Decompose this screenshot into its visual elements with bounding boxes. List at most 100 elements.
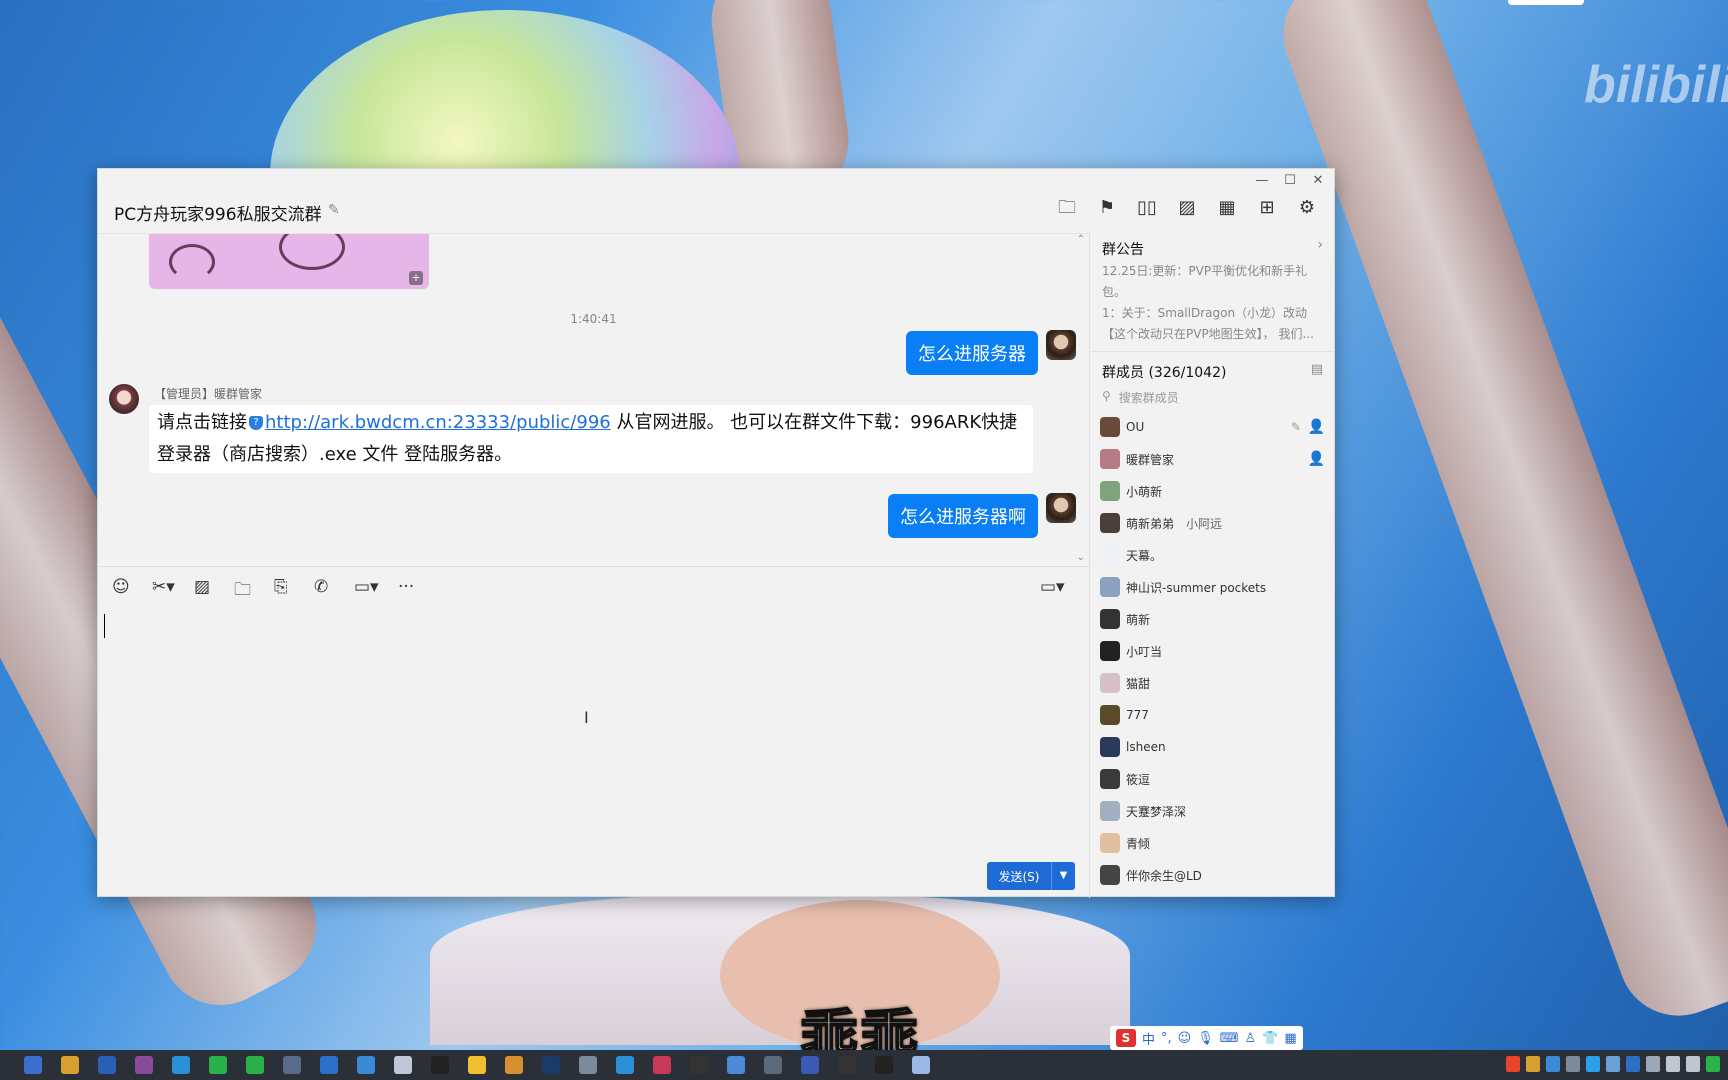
taskbar-app-icon[interactable]: [690, 1056, 708, 1074]
taskbar-app-icon[interactable]: [542, 1056, 560, 1074]
taskbar-app-icon[interactable]: [616, 1056, 634, 1074]
send-options-chevron-icon[interactable]: ▼: [1051, 862, 1075, 890]
maximize-button[interactable]: ☐: [1276, 173, 1304, 188]
edit-icon[interactable]: ✎: [1291, 420, 1301, 434]
taskbar-app-icon[interactable]: [283, 1056, 301, 1074]
network-icon[interactable]: [1686, 1056, 1700, 1072]
member-search[interactable]: ⚲ 搜索群成员: [1102, 389, 1179, 406]
member-row[interactable]: 神山识-summer pockets: [1090, 571, 1335, 603]
member-name[interactable]: 天幕。: [1126, 547, 1162, 564]
tray-icon[interactable]: [1606, 1056, 1620, 1072]
ime-toolbar[interactable]: S 中 °, ☺ 🎙 ⌨ ♙ 👕 ▦: [1110, 1026, 1303, 1050]
taskbar-app-icon[interactable]: [431, 1056, 449, 1074]
tray-icon[interactable]: [1646, 1056, 1660, 1072]
image-icon[interactable]: ▨: [1176, 197, 1198, 219]
taskbar-app-icon[interactable]: [98, 1056, 116, 1074]
member-name[interactable]: 猫甜: [1126, 675, 1150, 692]
taskbar-app-icon[interactable]: [394, 1056, 412, 1074]
tray-icon[interactable]: [1546, 1056, 1560, 1072]
scroll-up-icon[interactable]: ⌃: [1077, 234, 1085, 245]
taskbar-app-icon[interactable]: [875, 1056, 893, 1074]
taskbar-app-icon[interactable]: [209, 1056, 227, 1074]
punctuation-icon[interactable]: °,: [1161, 1031, 1172, 1046]
taskbar-app-icon[interactable]: [24, 1056, 42, 1074]
message-input[interactable]: I 发送(S) ▼: [98, 606, 1089, 898]
phone-icon[interactable]: ✆: [314, 577, 328, 597]
volume-icon[interactable]: [1666, 1056, 1680, 1072]
taskbar-app-icon[interactable]: [135, 1056, 153, 1074]
wechat-tray-icon[interactable]: [1706, 1056, 1720, 1072]
member-name[interactable]: 天蹇梦泽深: [1126, 803, 1186, 820]
member-name[interactable]: 青倾: [1126, 835, 1150, 852]
member-avatar[interactable]: [1100, 769, 1120, 789]
send-button[interactable]: 发送(S) ▼: [987, 862, 1075, 890]
member-row[interactable]: 青倾: [1090, 827, 1335, 859]
folder-icon[interactable]: 🗀: [1056, 197, 1078, 219]
member-name[interactable]: 小萌新: [1126, 483, 1162, 500]
tray-icon[interactable]: [1586, 1056, 1600, 1072]
member-list-icon[interactable]: ▤: [1311, 362, 1323, 377]
member-avatar[interactable]: [1100, 673, 1120, 693]
more-icon[interactable]: ···: [398, 577, 414, 597]
member-row[interactable]: 小叮当: [1090, 635, 1335, 667]
grid-icon[interactable]: ▦: [1284, 1031, 1296, 1046]
member-row[interactable]: 天蹇梦泽深: [1090, 795, 1335, 827]
apps-icon[interactable]: ▦: [1216, 197, 1238, 219]
member-avatar[interactable]: [1100, 417, 1120, 437]
redpacket-icon[interactable]: ⎘: [274, 577, 288, 597]
member-name[interactable]: 萌新: [1126, 611, 1150, 628]
emoji-icon[interactable]: ☺: [1178, 1031, 1192, 1046]
member-avatar[interactable]: [1100, 865, 1120, 885]
taskbar-app-icon[interactable]: [172, 1056, 190, 1074]
send-label[interactable]: 发送(S): [987, 868, 1051, 885]
member-avatar[interactable]: [1100, 609, 1120, 629]
member-name[interactable]: 筱逗: [1126, 771, 1150, 788]
expand-icon[interactable]: +: [409, 271, 423, 285]
member-avatar[interactable]: [1100, 641, 1120, 661]
taskbar-app-icon[interactable]: [246, 1056, 264, 1074]
my-avatar[interactable]: [1046, 330, 1076, 360]
member-name[interactable]: 伴你余生@LD: [1126, 867, 1202, 884]
image-message[interactable]: +: [149, 234, 429, 289]
book-icon[interactable]: ▯▯: [1136, 197, 1158, 219]
taskbar-app-icon[interactable]: [505, 1056, 523, 1074]
my-message-bubble[interactable]: 怎么进服务器: [906, 331, 1038, 375]
member-row[interactable]: 猫甜: [1090, 667, 1335, 699]
member-avatar[interactable]: [1100, 833, 1120, 853]
tray-icon[interactable]: [1566, 1056, 1580, 1072]
video-icon[interactable]: ▭▾: [354, 577, 379, 597]
member-name[interactable]: lsheen: [1126, 740, 1166, 754]
member-row[interactable]: 天幕。: [1090, 539, 1335, 571]
message-list[interactable]: + ⌃ 1:40:41 怎么进服务器 【管理员】暖群管家 请点击链接? http:…: [98, 233, 1089, 566]
member-name[interactable]: OU: [1126, 420, 1144, 434]
chevron-right-icon[interactable]: ›: [1317, 237, 1323, 253]
member-avatar[interactable]: [1100, 513, 1120, 533]
add-icon[interactable]: ⊞: [1256, 197, 1278, 219]
keyboard-icon[interactable]: ⌨: [1220, 1031, 1239, 1046]
ime-logo[interactable]: S: [1116, 1029, 1136, 1047]
member-row[interactable]: 萌新弟弟 小阿远: [1090, 507, 1335, 539]
taskbar-app-icon[interactable]: [764, 1056, 782, 1074]
ime-lang[interactable]: 中: [1142, 1029, 1155, 1048]
chat-history-icon[interactable]: ▭▾: [1040, 577, 1065, 597]
member-name[interactable]: 小叮当: [1126, 643, 1162, 660]
minimize-button[interactable]: —: [1248, 173, 1276, 188]
taskbar-app-icon[interactable]: [468, 1056, 486, 1074]
folder-icon[interactable]: 🗀: [234, 577, 251, 606]
taskbar-app-icon[interactable]: [912, 1056, 930, 1074]
taskbar-app-icon[interactable]: [727, 1056, 745, 1074]
taskbar-app-icon[interactable]: [838, 1056, 856, 1074]
edit-title-icon[interactable]: ✎: [328, 202, 340, 218]
member-row[interactable]: 筱逗: [1090, 763, 1335, 795]
flag-icon[interactable]: ⚑: [1096, 197, 1118, 219]
my-avatar[interactable]: [1046, 493, 1076, 523]
member-row[interactable]: lsheen: [1090, 731, 1335, 763]
member-row[interactable]: 暖群管家 👤: [1090, 443, 1335, 475]
skin-icon[interactable]: 👕: [1262, 1031, 1278, 1046]
message-link[interactable]: http://ark.bwdcm.cn:23333/public/996: [265, 412, 611, 433]
taskbar-app-icon[interactable]: [653, 1056, 671, 1074]
scissors-icon[interactable]: ✂▾: [152, 577, 175, 597]
taskbar-app-icon[interactable]: [320, 1056, 338, 1074]
emoji-icon[interactable]: ☺: [112, 577, 130, 597]
taskbar-app-icon[interactable]: [801, 1056, 819, 1074]
